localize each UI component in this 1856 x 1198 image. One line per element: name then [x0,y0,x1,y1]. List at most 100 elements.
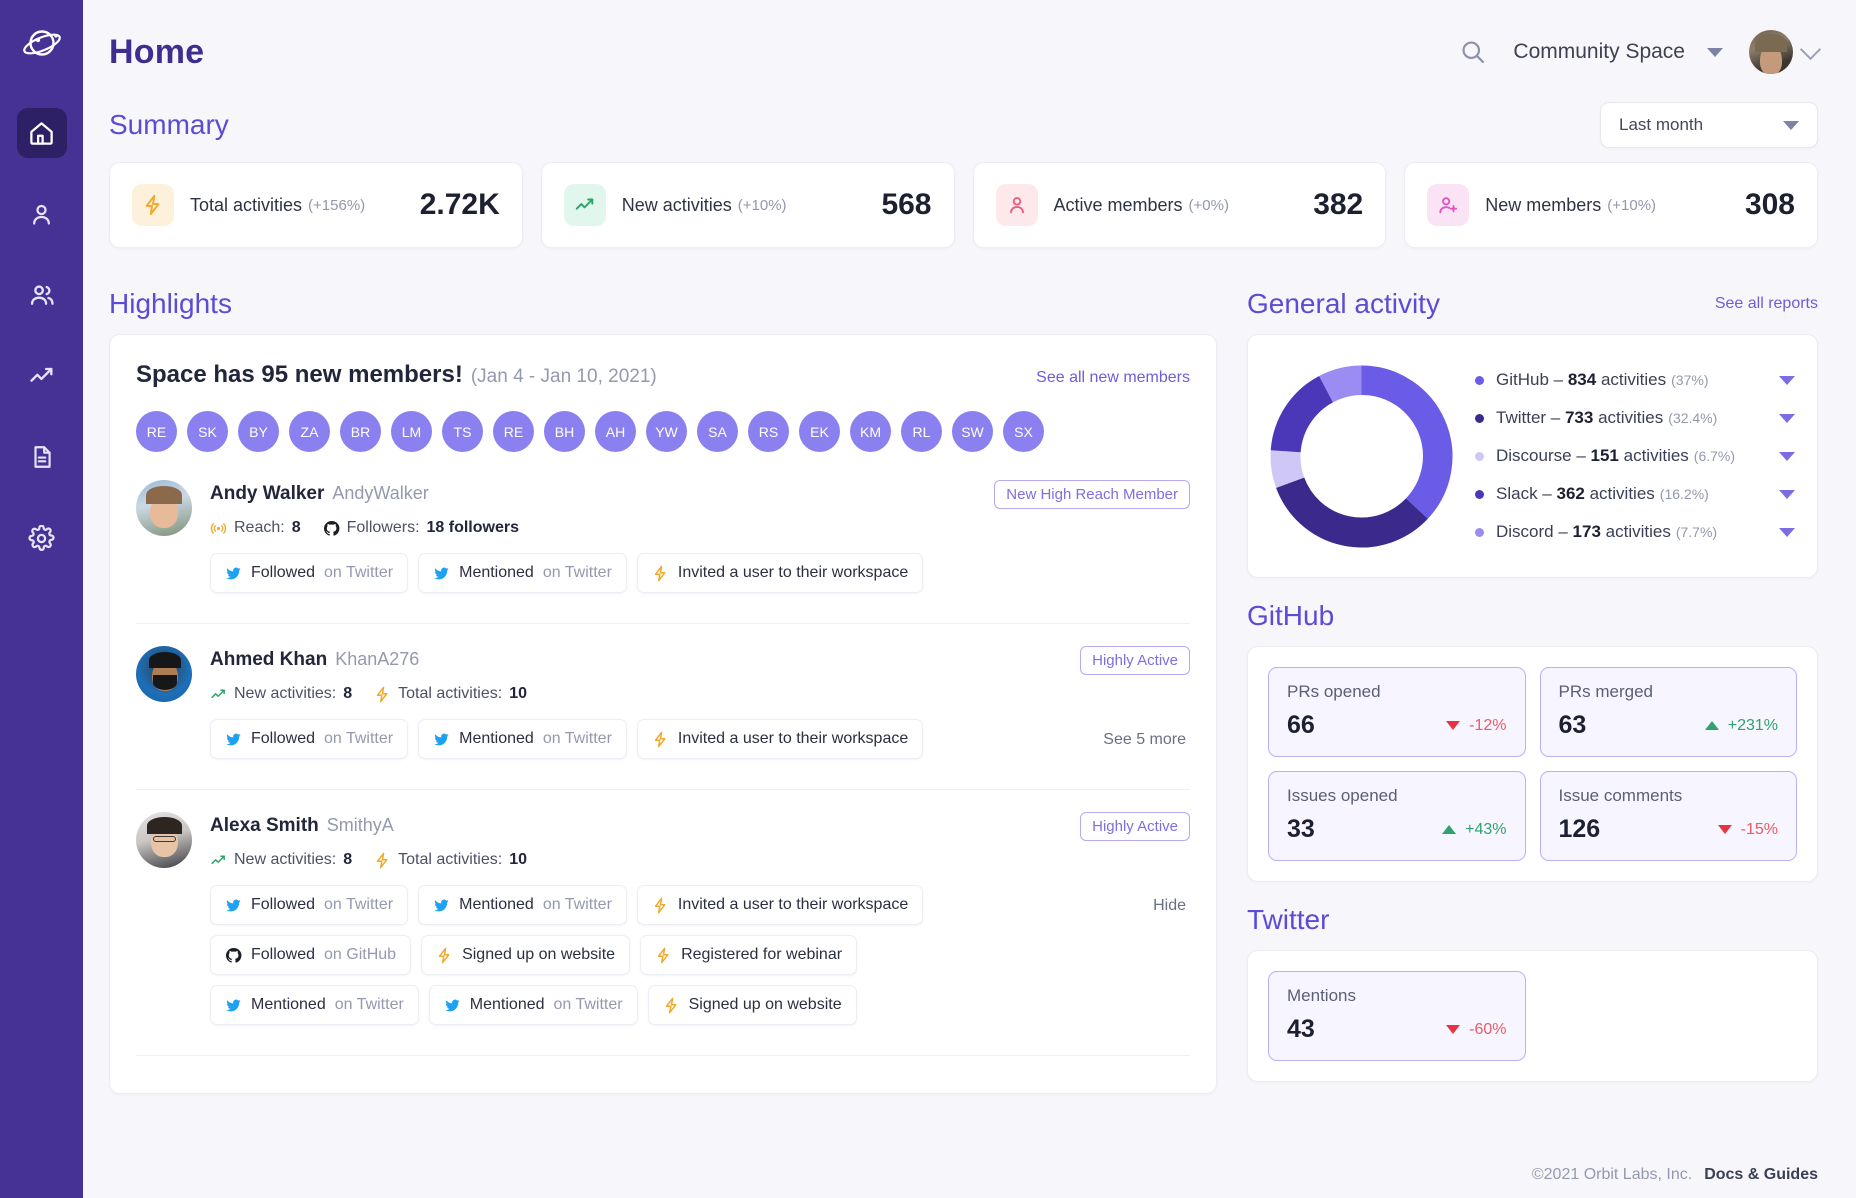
sidebar-item-reports[interactable] [17,351,67,401]
member-name: Andy Walker [210,483,325,504]
new-member-avatar[interactable]: RS [748,411,789,452]
member-handle: SmithyA [326,815,394,835]
legend-item[interactable]: Discord – 173 activities (7.7%) [1475,513,1795,551]
copyright-text: ©2021 Orbit Labs, Inc. [1531,1166,1693,1183]
sidebar-item-home[interactable] [16,108,67,158]
new-member-avatar[interactable]: SA [697,411,738,452]
lightning-icon [436,947,453,964]
github-panel: PRs opened 66 -12% PRs merged 63 +231% Issues … [1247,646,1818,882]
activity-chip[interactable]: Invited a user to their workspace [636,885,924,925]
orbit-logo-icon[interactable] [20,22,64,66]
member-activities: Followed on Twitter Mentioned on Twitter Inv… [210,719,1190,769]
activities-toggle[interactable]: See 5 more [1085,719,1190,749]
activity-rows: Followed on Twitter Mentioned on Twitter Inv… [210,885,1135,1035]
activities-toggle[interactable]: Hide [1135,885,1190,915]
legend-item[interactable]: GitHub – 834 activities (37%) [1475,361,1795,399]
activity-action: Signed up on website [462,946,616,963]
stat-line: 43 -60% [1287,1015,1507,1044]
new-member-avatar[interactable]: TS [442,411,483,452]
activity-chip[interactable]: Followed on Twitter [210,719,409,759]
chevron-down-icon[interactable] [1779,489,1795,499]
legend-percent: (6.7%) [1693,448,1736,464]
new-member-avatar[interactable]: RL [901,411,942,452]
new-member-avatar[interactable]: SK [187,411,228,452]
legend-value: 733 [1564,408,1594,427]
new-member-avatar[interactable]: AH [595,411,636,452]
summary-card: Total activities (+156%) 2.72K [109,162,523,248]
activity-chip[interactable]: Registered for webinar [640,935,858,975]
space-selector[interactable]: Community Space [1513,40,1723,64]
activity-chip[interactable]: Followed on GitHub [210,935,412,975]
new-member-avatar[interactable]: EK [799,411,840,452]
highlights-card: Space has 95 new members! (Jan 4 - Jan 1… [109,334,1217,1094]
date-range-value: Last month [1619,115,1704,134]
new-member-avatar[interactable]: LM [391,411,432,452]
activity-chip[interactable]: Mentioned on Twitter [418,719,627,759]
sidebar-item-content[interactable] [17,432,67,482]
new-member-avatar[interactable]: BY [238,411,279,452]
activity-chip[interactable]: Mentioned on Twitter [418,553,627,593]
new-member-avatar[interactable]: RE [136,411,177,452]
chevron-down-icon[interactable] [1779,375,1795,385]
summary-cards: Total activities (+156%) 2.72K New activiti… [109,162,1818,248]
member-stat-value: 8 [343,685,353,702]
chevron-down-icon[interactable] [1779,451,1795,461]
new-member-avatar[interactable]: BR [340,411,381,452]
activity-chip[interactable]: Followed on Twitter [210,553,409,593]
activity-chip[interactable]: Signed up on website [647,985,857,1025]
sidebar-item-members[interactable] [17,270,67,320]
stat-change: -60% [1446,1021,1507,1039]
activity-action: Followed [251,896,316,913]
avatar [1749,30,1793,74]
activity-row: Followed on Twitter Mentioned on Twitter Inv… [210,719,1085,759]
stat-box: PRs opened 66 -12% [1268,667,1526,757]
activity-chip[interactable]: Mentioned on Twitter [210,985,419,1025]
date-range-select[interactable]: Last month [1600,102,1818,148]
activity-row: Followed on Twitter Mentioned on Twitter Inv… [210,885,1135,925]
activity-chip[interactable]: Mentioned on Twitter [428,985,638,1025]
legend-color-dot [1475,489,1484,499]
new-member-avatar[interactable]: RE [493,411,534,452]
activity-chip[interactable]: Invited a user to their workspace [636,553,924,593]
activity-action: Mentioned [459,896,534,913]
chevron-down-icon[interactable] [1779,527,1795,537]
activity-chip[interactable]: Followed on Twitter [210,885,409,925]
github-icon [323,520,340,537]
member-stats: New activities: 8 Total activities: 10 [210,851,1190,869]
new-member-avatar[interactable]: ZA [289,411,330,452]
donut-segment[interactable] [1270,449,1305,488]
lightning-icon [374,852,391,869]
activity-suffix: on Twitter [542,896,612,913]
summary-card-value: 568 [881,188,932,221]
app-root: Home Community Space Summary Last month … [0,0,1856,1198]
activity-chip[interactable]: Invited a user to their workspace [636,719,924,759]
member-stat: Reach: 8 [210,519,301,537]
chevron-down-icon [1799,38,1822,60]
legend-item[interactable]: Twitter – 733 activities (32.4%) [1475,399,1795,437]
twitter-header: Twitter [1247,904,1818,936]
member-badge: Highly Active [1080,812,1190,841]
see-all-reports-link[interactable]: See all reports [1715,295,1818,313]
docs-and-guides-link[interactable]: Docs & Guides [1704,1166,1818,1184]
new-member-avatar[interactable]: KM [850,411,891,452]
legend-item[interactable]: Slack – 362 activities (16.2%) [1475,475,1795,513]
search-icon[interactable] [1459,38,1487,66]
chevron-down-icon[interactable] [1779,413,1795,423]
activity-chip[interactable]: Mentioned on Twitter [418,885,627,925]
see-all-new-members-link[interactable]: See all new members [1036,369,1190,387]
sidebar-item-member[interactable] [17,189,67,239]
activity-chip[interactable]: Signed up on website [421,935,631,975]
twitter-icon [433,565,450,582]
github-icon [225,947,242,964]
donut-segment[interactable] [1319,365,1363,403]
new-member-avatar[interactable]: SW [952,411,993,452]
new-member-avatar[interactable]: BH [544,411,585,452]
legend-item[interactable]: Discourse – 151 activities (6.7%) [1475,437,1795,475]
new-member-avatar[interactable]: SX [1003,411,1044,452]
member-stat: Total activities: 10 [374,851,527,869]
user-menu[interactable] [1749,30,1822,74]
sidebar-item-settings[interactable] [17,513,67,563]
member-stat-value: 8 [343,851,353,868]
new-member-avatar[interactable]: YW [646,411,687,452]
lightning-icon [652,565,669,582]
